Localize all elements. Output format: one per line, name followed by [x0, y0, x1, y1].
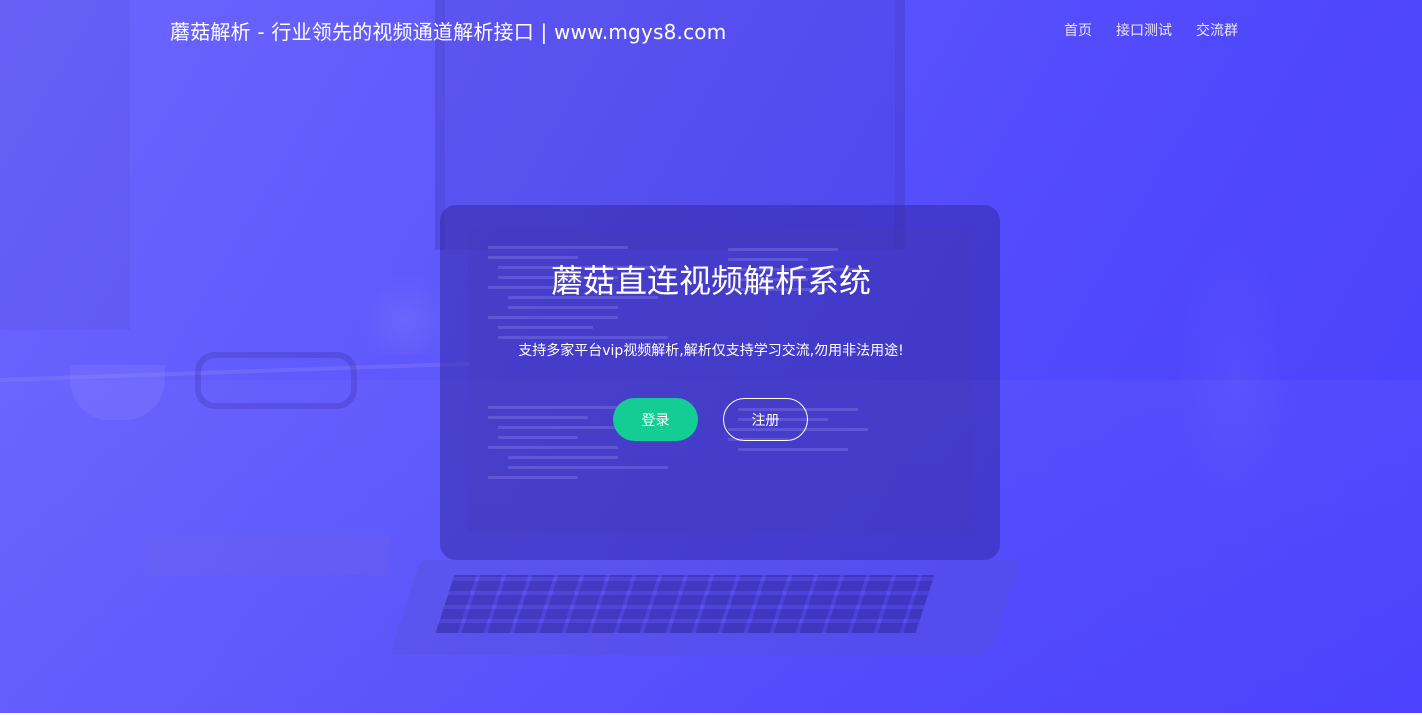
background-laptop-base [389, 560, 1021, 655]
hero-section: 蘑菇解析 - 行业领先的视频通道解析接口 | www.mgys8.com 首页 … [0, 0, 1422, 715]
nav-group-link[interactable]: 交流群 [1196, 20, 1238, 40]
nav-home-link[interactable]: 首页 [1064, 20, 1092, 40]
hero-title: 蘑菇直连视频解析系统 [550, 262, 871, 300]
background-desk [0, 380, 1422, 715]
background-desk-edge [0, 361, 470, 382]
main-nav: 首页 接口测试 交流群 [1064, 20, 1238, 40]
background-laptop-keyboard [435, 575, 935, 633]
register-button[interactable]: 注册 [723, 398, 808, 441]
background-book [145, 535, 390, 575]
background-cup [70, 365, 165, 420]
login-button[interactable]: 登录 [613, 398, 698, 441]
site-title[interactable]: 蘑菇解析 - 行业领先的视频通道解析接口 | www.mgys8.com [170, 16, 726, 45]
nav-api-test-link[interactable]: 接口测试 [1116, 20, 1172, 40]
background-glasses [195, 352, 357, 409]
hero-subtitle: 支持多家平台vip视频解析,解析仅支持学习交流,勿用非法用途! [518, 343, 904, 359]
